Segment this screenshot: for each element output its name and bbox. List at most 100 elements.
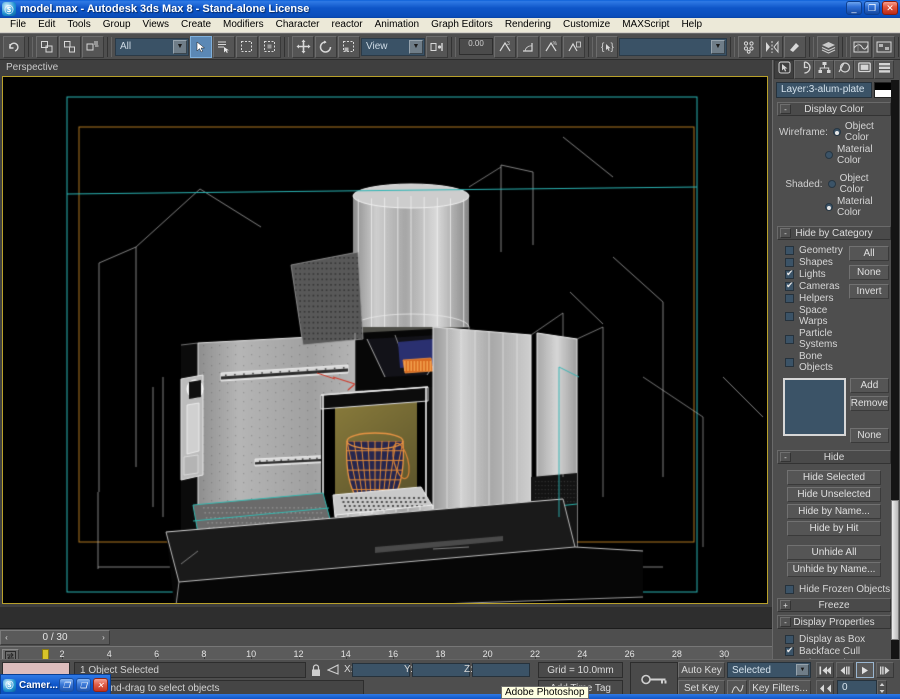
modify-tab[interactable] [794, 60, 814, 79]
checkbox-icon[interactable] [785, 357, 794, 367]
floating-close-button[interactable]: ✕ [93, 678, 108, 692]
reference-coordinate-combo[interactable]: View ▼ [361, 37, 425, 56]
perspective-viewport[interactable] [2, 76, 768, 604]
select-and-move-icon[interactable] [292, 35, 314, 58]
category-row-shapes[interactable]: Shapes [785, 257, 849, 268]
checkbox-icon[interactable] [785, 280, 794, 291]
collapse-toggle-icon[interactable]: - [780, 617, 791, 627]
menu-item-help[interactable]: Help [675, 18, 708, 32]
menu-item-views[interactable]: Views [137, 18, 176, 32]
hide-button-hide-by-name[interactable]: Hide by Name... [787, 504, 881, 519]
display-prop-backface-cull[interactable]: Backface Cull [785, 645, 889, 657]
array-icon[interactable] [738, 35, 760, 58]
checkbox-icon[interactable] [785, 645, 794, 656]
menu-item-group[interactable]: Group [97, 18, 137, 32]
curve-editor-icon[interactable] [850, 35, 872, 58]
hide-button-unhide-by-name[interactable]: Unhide by Name... [787, 562, 881, 577]
hierarchy-tab[interactable] [814, 60, 834, 79]
viewport-label[interactable]: Perspective [0, 60, 772, 76]
hide-frozen-objects-row[interactable]: Hide Frozen Objects [785, 584, 891, 595]
scrollbar-thumb[interactable] [891, 500, 899, 640]
selection-lock-icon[interactable] [311, 664, 321, 680]
category-row-bone-objects[interactable]: Bone Objects [785, 351, 849, 373]
checkbox-icon[interactable] [785, 585, 794, 594]
checkbox-icon[interactable] [785, 294, 794, 303]
category-row-cameras[interactable]: Cameras [785, 280, 849, 292]
selection-filter-combo[interactable]: All ▼ [115, 37, 189, 56]
select-and-uniform-scale-icon[interactable] [338, 35, 360, 58]
category-row-space-warps[interactable]: Space Warps [785, 305, 849, 327]
list-button-remove[interactable]: Remove [849, 396, 889, 411]
shaded-object-color-row[interactable]: Shaded: Object Color [779, 173, 889, 195]
category-button-all[interactable]: All [849, 246, 889, 261]
play-animation-icon[interactable] [856, 662, 874, 678]
menu-item-create[interactable]: Create [175, 18, 217, 32]
chevron-down-icon[interactable]: ▼ [409, 39, 423, 54]
collapse-toggle-icon[interactable]: - [780, 452, 791, 462]
menu-item-edit[interactable]: Edit [32, 18, 61, 32]
checkbox-icon[interactable] [785, 334, 794, 344]
angle-snap-toggle-icon[interactable] [517, 35, 539, 58]
display-prop-display-as-box[interactable]: Display as Box [785, 634, 889, 645]
menu-item-rendering[interactable]: Rendering [499, 18, 557, 32]
category-button-none[interactable]: None [849, 265, 889, 280]
absolute-relative-transform-icon[interactable] [326, 664, 339, 679]
restore-button[interactable]: ❐ [864, 1, 880, 15]
radio-icon[interactable] [832, 128, 841, 136]
select-and-link-icon[interactable] [36, 35, 58, 58]
align-icon[interactable] [784, 35, 806, 58]
window-crossing-icon[interactable] [259, 35, 281, 58]
shaded-material-color-row[interactable]: Material Color [779, 196, 889, 218]
use-pivot-point-center-icon[interactable] [426, 35, 448, 58]
radio-icon[interactable] [824, 151, 833, 159]
prev-frame-button[interactable]: ‹ [1, 631, 12, 644]
menu-item-character[interactable]: Character [270, 18, 326, 32]
collapse-toggle-icon[interactable]: - [780, 228, 791, 238]
unlink-selection-icon[interactable] [59, 35, 81, 58]
menu-item-graph-editors[interactable]: Graph Editors [425, 18, 499, 32]
hide-button-hide-by-hit[interactable]: Hide by Hit [787, 521, 881, 536]
checkbox-icon[interactable] [785, 311, 794, 321]
object-list-box[interactable] [783, 378, 846, 436]
minimize-button[interactable]: _ [846, 1, 862, 15]
menu-item-reactor[interactable]: reactor [326, 18, 369, 32]
checkbox-icon[interactable] [785, 258, 794, 267]
key-filter-set-combo[interactable]: Selected ▼ [727, 662, 811, 678]
radio-icon[interactable] [824, 203, 833, 211]
auto-key-button[interactable]: Auto Key [678, 662, 725, 678]
floating-restore-button[interactable]: ❐ [59, 678, 74, 692]
radio-icon[interactable] [827, 180, 836, 188]
rollout-header-hide[interactable]: - Hide [777, 450, 891, 464]
rollout-header-hide-by-category[interactable]: - Hide by Category [777, 226, 891, 240]
named-selection-sets-combo[interactable]: ▼ [619, 37, 727, 56]
next-frame-icon[interactable] [876, 662, 894, 678]
viewport-canvas[interactable] [3, 77, 767, 603]
undo-icon[interactable] [3, 35, 25, 58]
set-key-mode-icon[interactable] [630, 662, 678, 696]
checkbox-icon[interactable] [785, 635, 794, 644]
rectangular-selection-region-icon[interactable] [236, 35, 258, 58]
go-to-start-icon[interactable] [816, 662, 834, 678]
time-slider[interactable]: ‹ 0 / 30 › [0, 630, 110, 645]
category-button-invert[interactable]: Invert [849, 284, 889, 299]
utilities-tab[interactable] [874, 60, 894, 79]
display-tab[interactable] [854, 60, 874, 79]
rollout-header-freeze[interactable]: + Freeze [777, 598, 891, 612]
spinner-snap-toggle-icon[interactable] [563, 35, 585, 58]
rollout-header-display-color[interactable]: - Display Color [777, 102, 891, 116]
z-coordinate-field[interactable] [472, 663, 530, 677]
schematic-view-icon[interactable] [873, 35, 895, 58]
rollout-header-display-properties[interactable]: - Display Properties [777, 615, 891, 629]
y-coordinate-field[interactable] [412, 663, 470, 677]
floating-camera-window[interactable]: Ⓢ Camer... ❐ ❏ ✕ [0, 674, 111, 696]
menu-item-tools[interactable]: Tools [61, 18, 96, 32]
menu-item-modifiers[interactable]: Modifiers [217, 18, 270, 32]
expand-toggle-icon[interactable]: + [780, 600, 791, 610]
category-row-helpers[interactable]: Helpers [785, 293, 849, 304]
hide-button-hide-unselected[interactable]: Hide Unselected [787, 487, 881, 502]
hide-button-hide-selected[interactable]: Hide Selected [787, 470, 881, 485]
display-prop-edges-only[interactable]: Edges Only [785, 657, 889, 659]
chevron-down-icon[interactable]: ▼ [796, 664, 809, 676]
category-row-geometry[interactable]: Geometry [785, 245, 849, 256]
next-frame-button[interactable]: › [98, 631, 109, 644]
